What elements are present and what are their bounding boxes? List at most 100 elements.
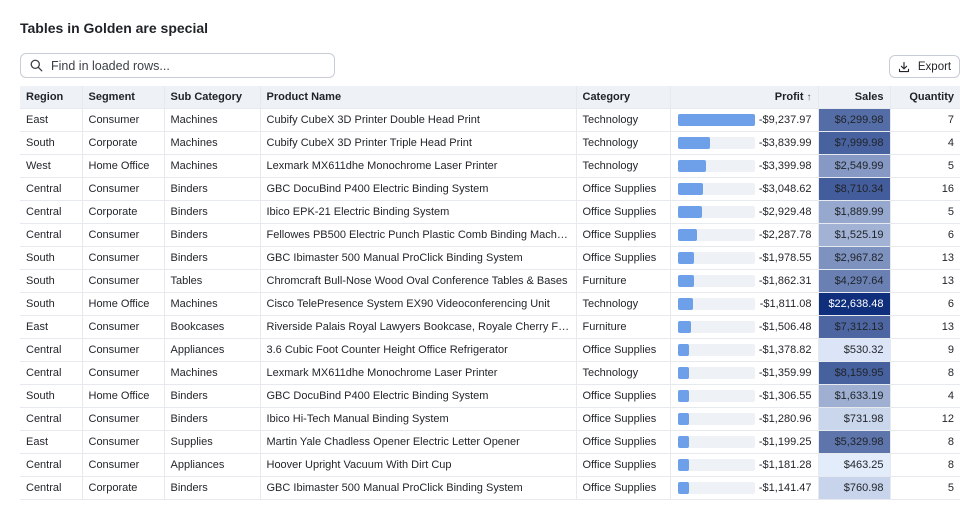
table-row[interactable]: East Consumer Machines Cubify CubeX 3D Prin… — [20, 108, 960, 132]
cell-segment: Corporate — [82, 200, 165, 224]
cell-segment: Corporate — [82, 131, 165, 155]
profit-value: -$3,399.98 — [758, 159, 812, 172]
cell-category: Technology — [576, 131, 671, 155]
profit-value: -$2,929.48 — [758, 205, 812, 218]
cell-region: East — [20, 430, 83, 454]
column-header-sub-category[interactable]: Sub Category — [164, 86, 261, 109]
table-row[interactable]: Central Consumer Appliances 3.6 Cubic Foot … — [20, 338, 960, 362]
profit-bar — [677, 435, 689, 448]
cell-profit: -$1,811.08 — [670, 292, 819, 316]
cell-region: Central — [20, 476, 83, 500]
cell-sub-category: Appliances — [164, 338, 261, 362]
profit-bar — [677, 228, 697, 241]
table-row[interactable]: South Home Office Machines Cisco TelePresen… — [20, 292, 960, 316]
profit-value: -$1,280.96 — [758, 412, 812, 425]
profit-bar-track — [677, 458, 755, 471]
cell-sub-category: Binders — [164, 223, 261, 247]
profit-bar — [677, 182, 703, 195]
cell-region: Central — [20, 453, 83, 477]
cell-sales: $8,710.34 — [818, 177, 891, 201]
cell-sub-category: Appliances — [164, 453, 261, 477]
column-header-segment[interactable]: Segment — [82, 86, 165, 109]
cell-product-name: Fellowes PB500 Electric Punch Plastic Co… — [260, 223, 577, 247]
cell-sales: $7,312.13 — [818, 315, 891, 339]
cell-product-name: GBC Ibimaster 500 Manual ProClick Bindin… — [260, 246, 577, 270]
cell-quantity: 9 — [890, 338, 960, 362]
profit-bar-track — [677, 389, 755, 402]
column-header-category[interactable]: Category — [576, 86, 671, 109]
cell-sub-category: Machines — [164, 361, 261, 385]
cell-product-name: Ibico EPK-21 Electric Binding System — [260, 200, 577, 224]
column-header-profit[interactable]: Profit ↑ — [670, 86, 819, 109]
column-header-region[interactable]: Region — [20, 86, 83, 109]
column-header-product-name[interactable]: Product Name — [260, 86, 577, 109]
cell-segment: Home Office — [82, 154, 165, 178]
cell-sales: $1,525.19 — [818, 223, 891, 247]
profit-bar-track — [677, 136, 755, 149]
table-row[interactable]: South Consumer Tables Chromcraft Bull-Nose … — [20, 269, 960, 293]
profit-value: -$1,359.99 — [758, 366, 812, 379]
cell-sub-category: Bookcases — [164, 315, 261, 339]
cell-category: Office Supplies — [576, 338, 671, 362]
profit-bar-track — [677, 297, 755, 310]
table-row[interactable]: Central Corporate Binders Ibico EPK-21 Elec… — [20, 200, 960, 224]
cell-category: Furniture — [576, 315, 671, 339]
column-header-sales[interactable]: Sales — [818, 86, 891, 109]
table-row[interactable]: Central Consumer Binders GBC DocuBind P400 … — [20, 177, 960, 201]
cell-sales: $2,967.82 — [818, 246, 891, 270]
table-row[interactable]: Central Consumer Appliances Hoover Upright … — [20, 453, 960, 477]
profit-value: -$1,378.82 — [758, 343, 812, 356]
cell-profit: -$1,181.28 — [670, 453, 819, 477]
table-row[interactable]: South Corporate Machines Cubify CubeX 3D Pr… — [20, 131, 960, 155]
cell-product-name: GBC Ibimaster 500 Manual ProClick Bindin… — [260, 476, 577, 500]
table-row[interactable]: West Home Office Machines Lexmark MX611dhe … — [20, 154, 960, 178]
cell-profit: -$1,506.48 — [670, 315, 819, 339]
search-box[interactable] — [20, 53, 335, 78]
cell-region: South — [20, 269, 83, 293]
cell-product-name: GBC DocuBind P400 Electric Binding Syste… — [260, 177, 577, 201]
table-row[interactable]: East Consumer Supplies Martin Yale Chadless… — [20, 430, 960, 454]
cell-segment: Consumer — [82, 338, 165, 362]
column-header-quantity[interactable]: Quantity — [890, 86, 960, 109]
profit-bar — [677, 481, 689, 494]
cell-sales: $5,329.98 — [818, 430, 891, 454]
cell-segment: Corporate — [82, 476, 165, 500]
table-row[interactable]: Central Corporate Binders GBC Ibimaster 500… — [20, 476, 960, 500]
profit-bar-track — [677, 113, 755, 126]
cell-profit: -$1,199.25 — [670, 430, 819, 454]
table-row[interactable]: South Consumer Binders GBC Ibimaster 500 Ma… — [20, 246, 960, 270]
table-row[interactable]: Central Consumer Binders Ibico Hi-Tech Manu… — [20, 407, 960, 431]
cell-profit: -$1,359.99 — [670, 361, 819, 385]
profit-value: -$3,839.99 — [758, 136, 812, 149]
cell-sub-category: Binders — [164, 200, 261, 224]
cell-quantity: 8 — [890, 453, 960, 477]
cell-segment: Consumer — [82, 407, 165, 431]
cell-sales: $8,159.95 — [818, 361, 891, 385]
cell-region: Central — [20, 338, 83, 362]
cell-category: Office Supplies — [576, 246, 671, 270]
cell-category: Office Supplies — [576, 223, 671, 247]
cell-quantity: 12 — [890, 407, 960, 431]
profit-bar-track — [677, 251, 755, 264]
cell-region: South — [20, 292, 83, 316]
profit-bar-track — [677, 435, 755, 448]
cell-profit: -$3,048.62 — [670, 177, 819, 201]
cell-quantity: 5 — [890, 476, 960, 500]
cell-sales: $1,889.99 — [818, 200, 891, 224]
profit-value: -$3,048.62 — [758, 182, 812, 195]
table-row[interactable]: Central Consumer Machines Lexmark MX611dhe … — [20, 361, 960, 385]
profit-bar-track — [677, 481, 755, 494]
table-row[interactable]: Central Consumer Binders Fellowes PB500 Ele… — [20, 223, 960, 247]
profit-bar-track — [677, 228, 755, 241]
table-row[interactable]: East Consumer Bookcases Riverside Palais Ro… — [20, 315, 960, 339]
profit-value: -$1,141.47 — [758, 481, 812, 494]
cell-category: Technology — [576, 108, 671, 132]
search-input[interactable] — [51, 58, 334, 73]
cell-region: South — [20, 131, 83, 155]
export-button[interactable]: Export — [889, 55, 960, 78]
profit-bar — [677, 159, 706, 172]
profit-bar-track — [677, 412, 755, 425]
table-row[interactable]: South Home Office Binders GBC DocuBind P400… — [20, 384, 960, 408]
profit-value: -$1,978.55 — [758, 251, 812, 264]
cell-region: East — [20, 108, 83, 132]
